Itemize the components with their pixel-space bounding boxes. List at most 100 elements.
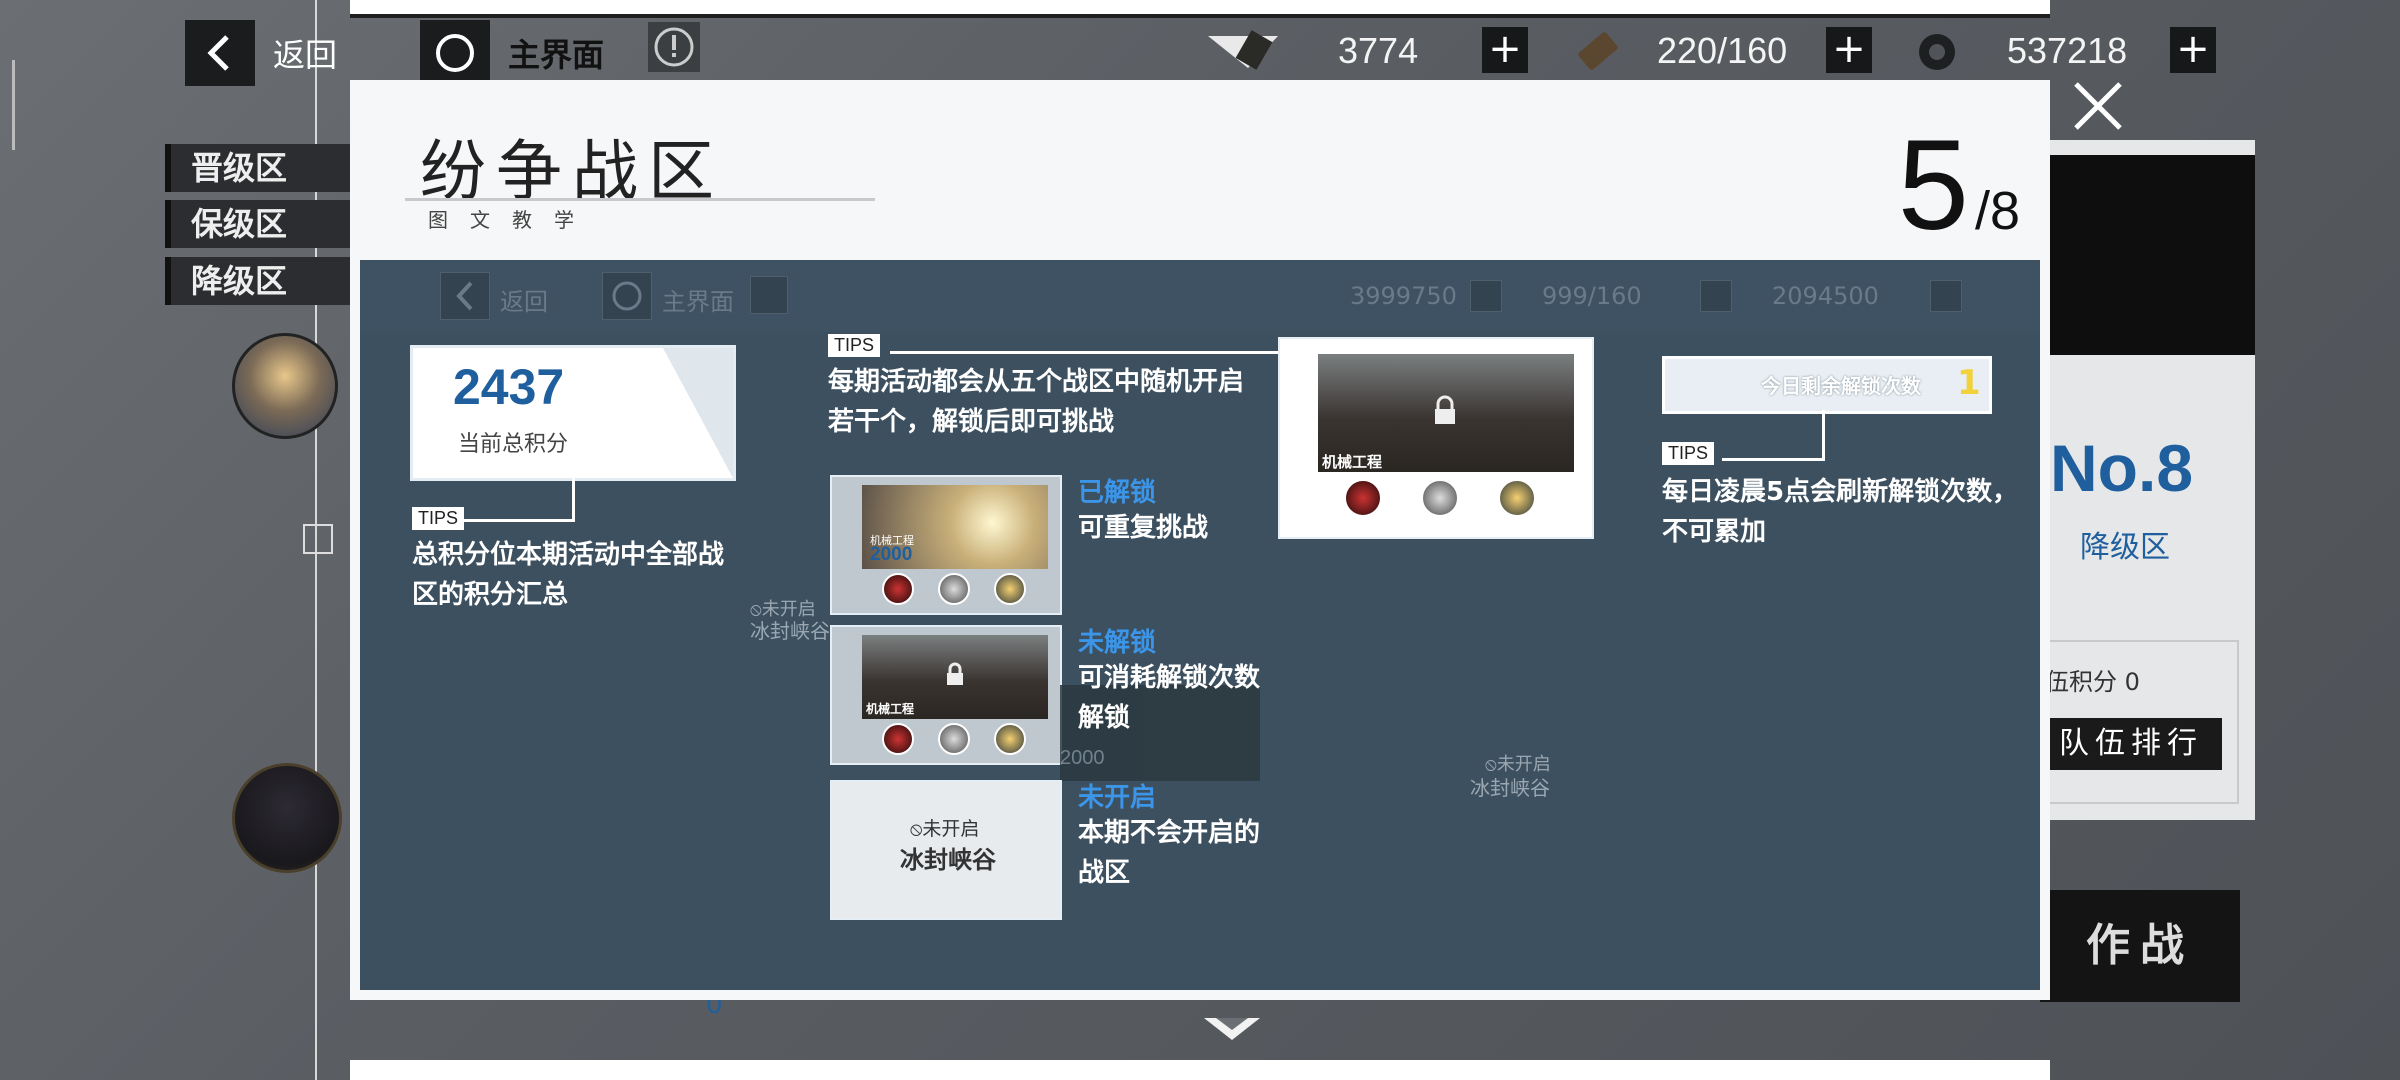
tier-maintain[interactable]: 保级区	[165, 200, 381, 248]
home-button[interactable]: 主界面	[420, 20, 604, 86]
tutorial-res1: 3999750	[1350, 282, 1457, 310]
home-label: 主界面	[508, 36, 605, 74]
previous-page-strip	[350, 0, 2050, 18]
unlocked-zone-card: 机械工程 2000	[830, 475, 1062, 615]
tips-tag: TIPS	[1662, 442, 1715, 465]
battle-button[interactable]: 作战	[2040, 890, 2240, 1002]
page-indicator: 5/8	[1898, 122, 2020, 250]
status-locked-desc1: 可消耗解锁次数	[1078, 663, 1261, 693]
character-portrait	[938, 723, 970, 755]
tier-promotion[interactable]: 晋级区	[165, 144, 381, 192]
locked-zone-card: 机械工程	[1278, 337, 1594, 539]
circle-home-icon	[420, 20, 490, 86]
chevron-left-icon	[440, 272, 490, 320]
rank-number: No.8	[2050, 431, 2194, 505]
card-label: 机械工程	[1322, 453, 1383, 471]
add-energy-button[interactable]: +	[1826, 27, 1872, 73]
modal-subtitle: 图文教学	[428, 208, 596, 232]
character-portrait	[882, 573, 914, 605]
title-underline	[405, 198, 875, 201]
status-unlocked: 已解锁	[1078, 478, 1157, 508]
refresh-tip-line1: 每日凌晨5点会刷新解锁次数，	[1662, 477, 2019, 507]
player-avatar[interactable]	[232, 763, 342, 873]
add-coin-button[interactable]: +	[2170, 27, 2216, 73]
status-not-open: 未开启	[1078, 783, 1157, 813]
scrollbar[interactable]	[12, 60, 15, 150]
random-tip-line2: 若干个，解锁后即可挑战	[828, 407, 1115, 437]
character-portrait	[1498, 479, 1536, 517]
resize-handle-icon[interactable]	[303, 524, 333, 554]
chevron-down-icon	[1204, 1018, 1260, 1040]
unlock-counter: 今日剩余解锁次数 1	[1662, 356, 1992, 414]
close-button[interactable]	[2068, 76, 2128, 136]
page-total: /8	[1974, 181, 2020, 241]
tutorial-topbar: 返回 主界面 3999750 999/160 2094500	[360, 260, 2040, 332]
ticket-icon	[1208, 28, 1278, 78]
tutorial-home-label: 主界面	[662, 288, 734, 316]
chevron-left-icon	[185, 20, 255, 86]
next-page-arrow[interactable]	[1202, 1016, 1262, 1046]
next-page-strip	[350, 1060, 2050, 1080]
resource-coin-count: 537218	[2007, 30, 2128, 71]
status-unlocked-desc: 可重复挑战	[1078, 513, 1209, 543]
unlock-counter-value: 1	[1957, 363, 1981, 403]
team-score: 伍积分 0	[2045, 668, 2140, 696]
map-label: 冰封峡谷	[750, 619, 830, 643]
tutorial-res2: 999/160	[1542, 282, 1642, 310]
status-locked: 未解锁	[1078, 628, 1157, 658]
back-label: 返回	[273, 36, 338, 74]
locked-zone-card: 机械工程	[830, 625, 1062, 765]
rank-zone: 降级区	[2080, 530, 2170, 565]
exclamation-icon	[654, 27, 694, 67]
resource-ticket-count: 3774	[1338, 30, 1419, 71]
score-card: 2437 当前总积分	[410, 345, 736, 481]
tier-relegation[interactable]: 降级区	[165, 257, 381, 305]
rank-banner	[2050, 155, 2255, 355]
resource-energy-count: 220/160	[1657, 30, 1788, 71]
circle-home-icon	[602, 272, 652, 320]
info-button[interactable]	[648, 22, 700, 72]
tips-tag: TIPS	[828, 334, 881, 357]
tutorial-modal: 纷争战区 图文教学 5/8 返回 主界面 3999750 999/160 209…	[350, 80, 2050, 1000]
tutorial-back-label: 返回	[500, 288, 548, 316]
ghost-score: 2000	[1060, 747, 1105, 769]
map-label: 冰封峡谷	[1470, 776, 1550, 800]
lock-icon	[945, 662, 965, 690]
random-tip-line1: 每期活动都会从五个战区中随机开启	[828, 367, 1245, 397]
battery-icon	[1572, 30, 1622, 78]
score-tip-line2: 区的积分汇总	[412, 580, 569, 610]
score-label: 当前总积分	[458, 432, 569, 457]
status-not-open-desc1: 本期不会开启的	[1078, 818, 1261, 848]
close-icon	[2074, 82, 2122, 130]
character-portrait	[938, 573, 970, 605]
plus-icon	[1700, 280, 1732, 312]
lock-icon	[1432, 395, 1458, 429]
exclamation-icon	[750, 276, 788, 314]
score-tip-line1: 总积分位本期活动中全部战	[412, 540, 725, 570]
tutorial-image: 返回 主界面 3999750 999/160 2094500 ⦸未开启 冰封峡谷…	[360, 260, 2040, 990]
back-button[interactable]: 返回	[185, 20, 337, 86]
tutorial-res3: 2094500	[1772, 282, 1879, 310]
card-label: 冰封峡谷	[900, 846, 996, 874]
refresh-tip-line2: 不可累加	[1662, 517, 1767, 547]
plus-icon	[1470, 280, 1502, 312]
status-locked-desc2: 解锁	[1078, 703, 1131, 733]
plus-icon	[1930, 280, 1962, 312]
add-ticket-button[interactable]: +	[1482, 27, 1528, 73]
player-avatar[interactable]	[232, 333, 338, 439]
closed-zone-card: ⦸未开启 冰封峡谷	[830, 780, 1062, 920]
character-portrait	[882, 723, 914, 755]
team-rank-button[interactable]: 队伍排行	[2040, 718, 2222, 770]
tips-tag: TIPS	[412, 507, 465, 530]
character-portrait	[1421, 479, 1459, 517]
card-note: ⦸未开启	[910, 818, 980, 840]
character-portrait	[1344, 479, 1382, 517]
score-value: 2437	[453, 359, 565, 415]
character-portrait	[994, 573, 1026, 605]
card-score: 2000	[870, 544, 913, 565]
page-current: 5	[1897, 114, 1969, 257]
status-not-open-desc2: 战区	[1078, 858, 1131, 888]
card-label: 机械工程	[866, 702, 915, 716]
unlock-counter-label: 今日剩余解锁次数	[1761, 374, 1921, 398]
gear-coin-icon	[1915, 30, 1959, 78]
